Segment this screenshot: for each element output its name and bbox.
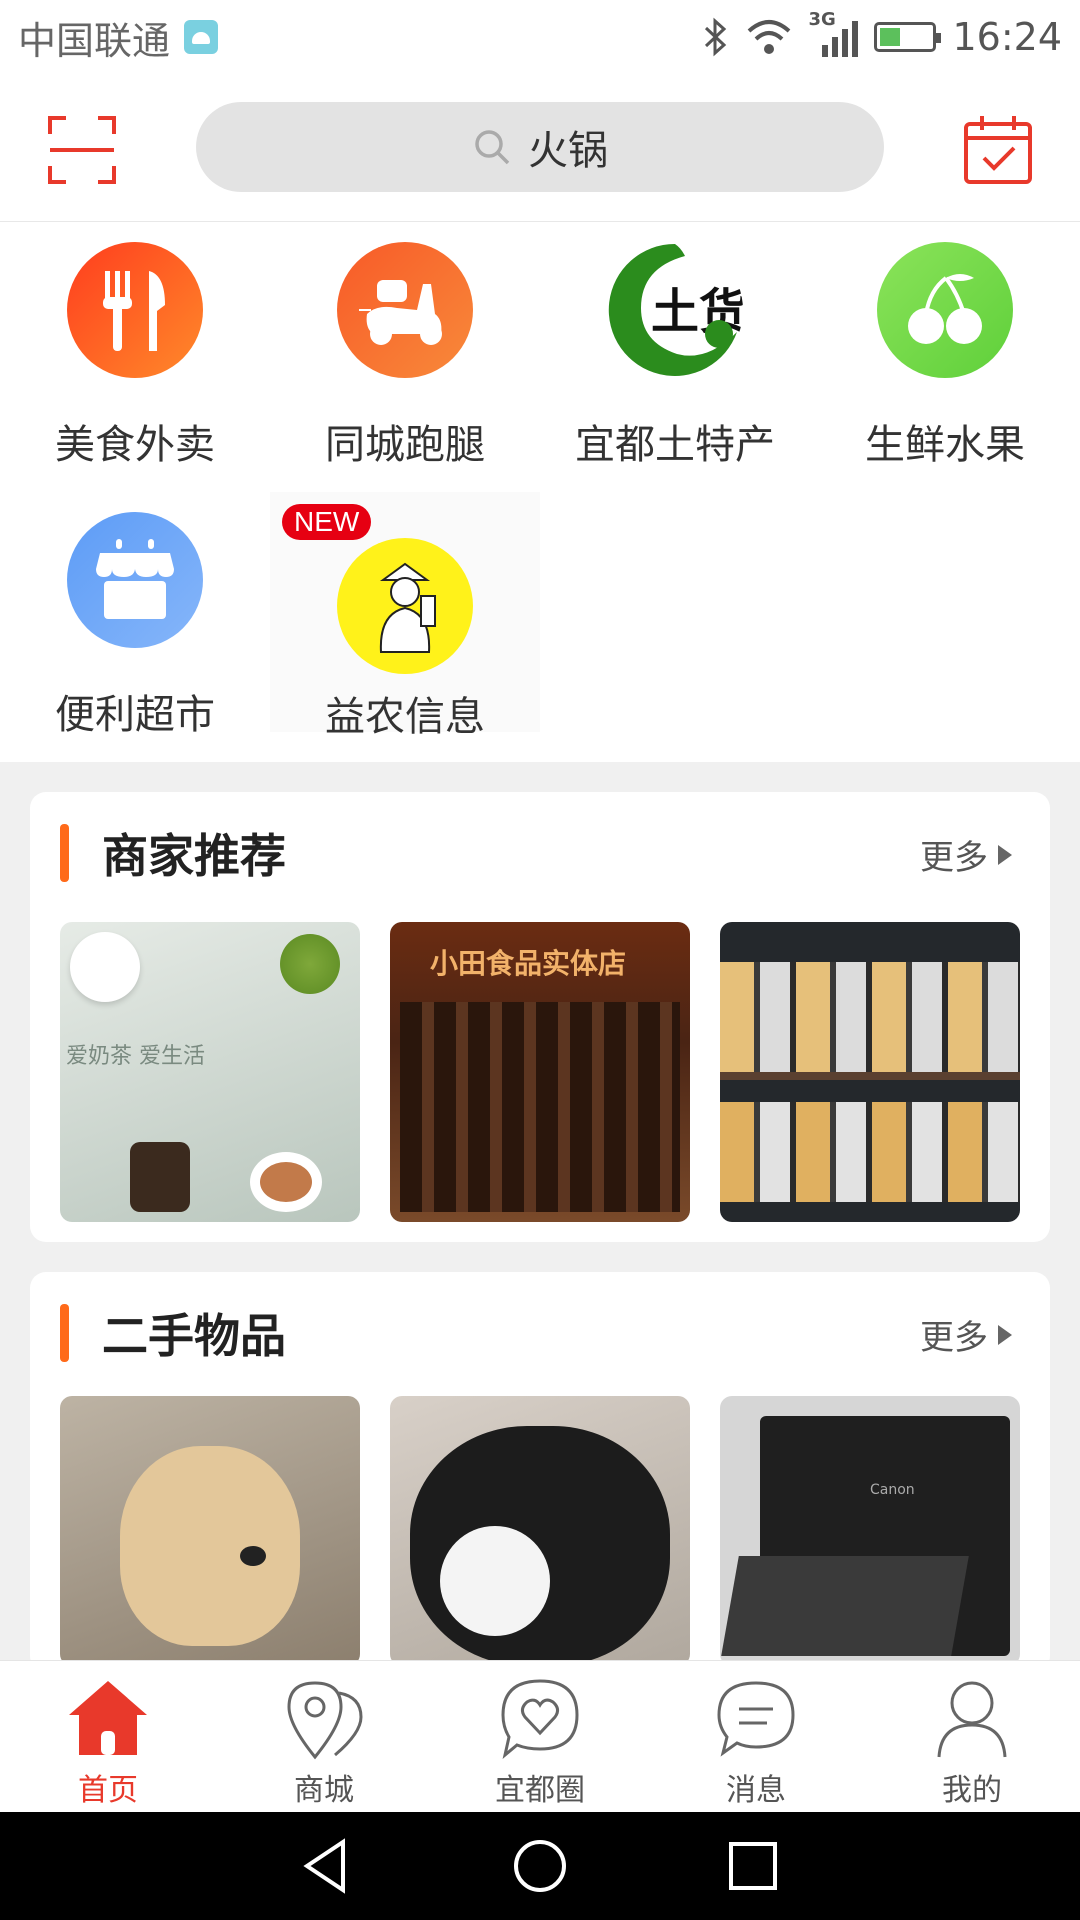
tab-mall[interactable]: 商城 xyxy=(216,1661,432,1812)
fork-knife-icon xyxy=(67,242,203,378)
jar-shape xyxy=(130,1142,190,1212)
cup-shape xyxy=(70,932,140,1002)
tab-label: 宜都圈 xyxy=(495,1773,585,1808)
recents-icon[interactable] xyxy=(723,1836,783,1896)
user-icon xyxy=(937,1681,1007,1758)
category-food-delivery[interactable]: 美食外卖 xyxy=(25,222,245,468)
search-bar[interactable]: 火锅 xyxy=(196,102,884,192)
tab-messages[interactable]: 消息 xyxy=(648,1661,864,1812)
merchant-card[interactable] xyxy=(720,922,1020,1222)
cured-meat-shape xyxy=(400,1002,680,1212)
category-label: 生鲜水果 xyxy=(865,422,1025,468)
top-header: 火锅 xyxy=(0,74,1080,222)
chevron-right-icon xyxy=(998,844,1012,865)
tab-label: 消息 xyxy=(726,1773,786,1808)
bottom-tab-bar: 首页 商城 宜都圈 消息 我的 xyxy=(0,1660,1080,1812)
calendar-check-icon[interactable] xyxy=(962,114,1034,186)
category-label: 同城跑腿 xyxy=(325,422,485,468)
wifi-icon xyxy=(748,20,791,54)
android-notification-icon xyxy=(184,20,219,54)
merchant-card[interactable]: 小田食品实体店 xyxy=(390,922,690,1222)
category-fresh-fruit[interactable]: 生鲜水果 xyxy=(835,222,1055,468)
system-nav-bar xyxy=(0,1812,1080,1920)
secondhand-card[interactable]: Canon xyxy=(720,1396,1020,1666)
jars-row-bottom xyxy=(720,1102,1020,1202)
bluetooth-icon xyxy=(705,17,727,57)
status-bar: 中国联通 3G 16:24 xyxy=(0,0,1080,74)
scooter-icon xyxy=(337,242,473,378)
secondhand-card[interactable] xyxy=(390,1396,690,1666)
printer-brand: Canon xyxy=(870,1482,915,1498)
husky-shape xyxy=(410,1426,670,1666)
section-title: 二手物品 xyxy=(102,1309,286,1363)
secondhand-section: 二手物品 更多 Canon xyxy=(30,1272,1050,1672)
husky-face xyxy=(440,1526,550,1636)
category-label: 宜都土特产 xyxy=(575,422,775,468)
category-local-specialty[interactable]: 土货 宜都土特产 xyxy=(565,222,785,468)
more-link[interactable]: 更多 xyxy=(920,1310,1012,1359)
secondhand-card[interactable] xyxy=(60,1396,360,1666)
merchant-caption: 小田食品实体店 xyxy=(430,947,627,980)
tab-label: 首页 xyxy=(78,1773,138,1808)
category-label: 便利超市 xyxy=(55,692,215,738)
tab-label: 商城 xyxy=(294,1773,354,1808)
heart-bubble-icon xyxy=(501,1679,579,1759)
more-label: 更多 xyxy=(920,1318,988,1358)
back-icon[interactable] xyxy=(297,1836,357,1896)
more-label: 更多 xyxy=(920,838,988,878)
plant-shape xyxy=(280,934,340,994)
farmer-icon xyxy=(337,538,473,674)
shelf-shape xyxy=(720,1072,1020,1080)
section-accent-bar xyxy=(60,1304,69,1362)
store-icon xyxy=(67,512,203,648)
section-accent-bar xyxy=(60,824,69,882)
tab-label: 我的 xyxy=(942,1773,1002,1808)
cell-signal-icon: 3G xyxy=(808,9,859,59)
new-badge: NEW xyxy=(282,504,372,540)
more-link[interactable]: 更多 xyxy=(920,830,1012,879)
puppy-nose xyxy=(240,1546,266,1566)
tab-mine[interactable]: 我的 xyxy=(864,1661,1080,1812)
category-errand[interactable]: 同城跑腿 xyxy=(295,222,515,468)
home-circle-icon[interactable] xyxy=(510,1836,570,1896)
category-agri-info[interactable]: NEW 益农信息 xyxy=(270,492,540,740)
map-pin-icon xyxy=(287,1681,363,1760)
cherry-icon xyxy=(877,242,1013,378)
bowl-shape xyxy=(250,1152,322,1212)
printer-tray xyxy=(721,1556,969,1656)
jars-row-top xyxy=(720,962,1020,1072)
native-goods-logo: 土货 xyxy=(607,242,743,378)
search-icon xyxy=(475,130,510,165)
merchant-caption: 爱奶茶 爱生活 xyxy=(66,1044,205,1069)
category-label: 益农信息 xyxy=(325,694,485,740)
merchant-card[interactable]: 爱奶茶 爱生活 xyxy=(60,922,360,1222)
category-convenience-store[interactable]: 便利超市 xyxy=(25,492,245,738)
section-title: 商家推荐 xyxy=(102,829,286,883)
tab-home[interactable]: 首页 xyxy=(0,1661,216,1812)
home-icon xyxy=(69,1681,147,1755)
clock: 16:24 xyxy=(952,15,1062,59)
puppy-shape xyxy=(120,1446,300,1646)
category-grid: 美食外卖 同城跑腿 土货 宜都土特产 生鲜水果 便利超市 NEW 益农信息 xyxy=(0,222,1080,762)
carrier-label: 中国联通 xyxy=(18,18,171,63)
category-label: 美食外卖 xyxy=(55,422,215,468)
tab-yidu-circle[interactable]: 宜都圈 xyxy=(432,1661,648,1812)
chevron-right-icon xyxy=(998,1324,1012,1345)
message-icon xyxy=(717,1681,795,1757)
battery-icon xyxy=(874,22,942,52)
merchant-section: 商家推荐 更多 爱奶茶 爱生活 小田食品实体店 xyxy=(30,792,1050,1242)
scan-icon[interactable] xyxy=(46,114,118,186)
search-input[interactable]: 火锅 xyxy=(528,118,608,176)
